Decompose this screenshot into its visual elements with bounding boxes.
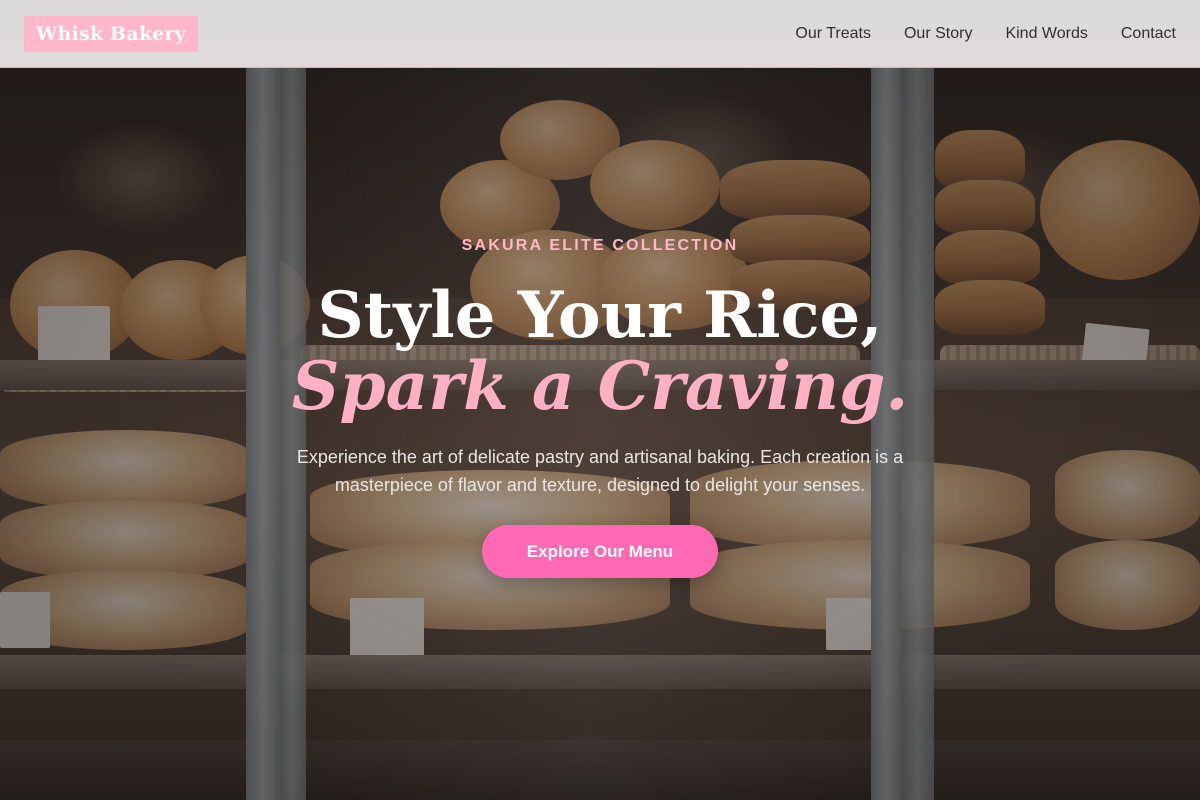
nav-link-our-story[interactable]: Our Story (904, 25, 972, 43)
nav-link-contact[interactable]: Contact (1121, 25, 1176, 43)
hero-section: SAKURA ELITE COLLECTION Style Your Rice,… (0, 0, 1200, 800)
brand-logo[interactable]: Whisk Bakery (24, 15, 198, 52)
nav-link-kind-words[interactable]: Kind Words (1005, 25, 1087, 43)
top-navbar: Whisk Bakery Our Treats Our Story Kind W… (0, 0, 1200, 68)
explore-menu-button[interactable]: Explore Our Menu (482, 525, 718, 578)
nav-link-our-treats[interactable]: Our Treats (795, 25, 871, 43)
hero-title-line-2: Spark a Craving. (291, 347, 909, 425)
hero-subtitle: Experience the art of delicate pastry an… (296, 447, 904, 495)
hero-eyebrow: SAKURA ELITE COLLECTION (461, 237, 739, 254)
nav-links: Our Treats Our Story Kind Words Contact (795, 25, 1176, 43)
hero-title-line-1: Style Your Rice, (317, 278, 883, 353)
